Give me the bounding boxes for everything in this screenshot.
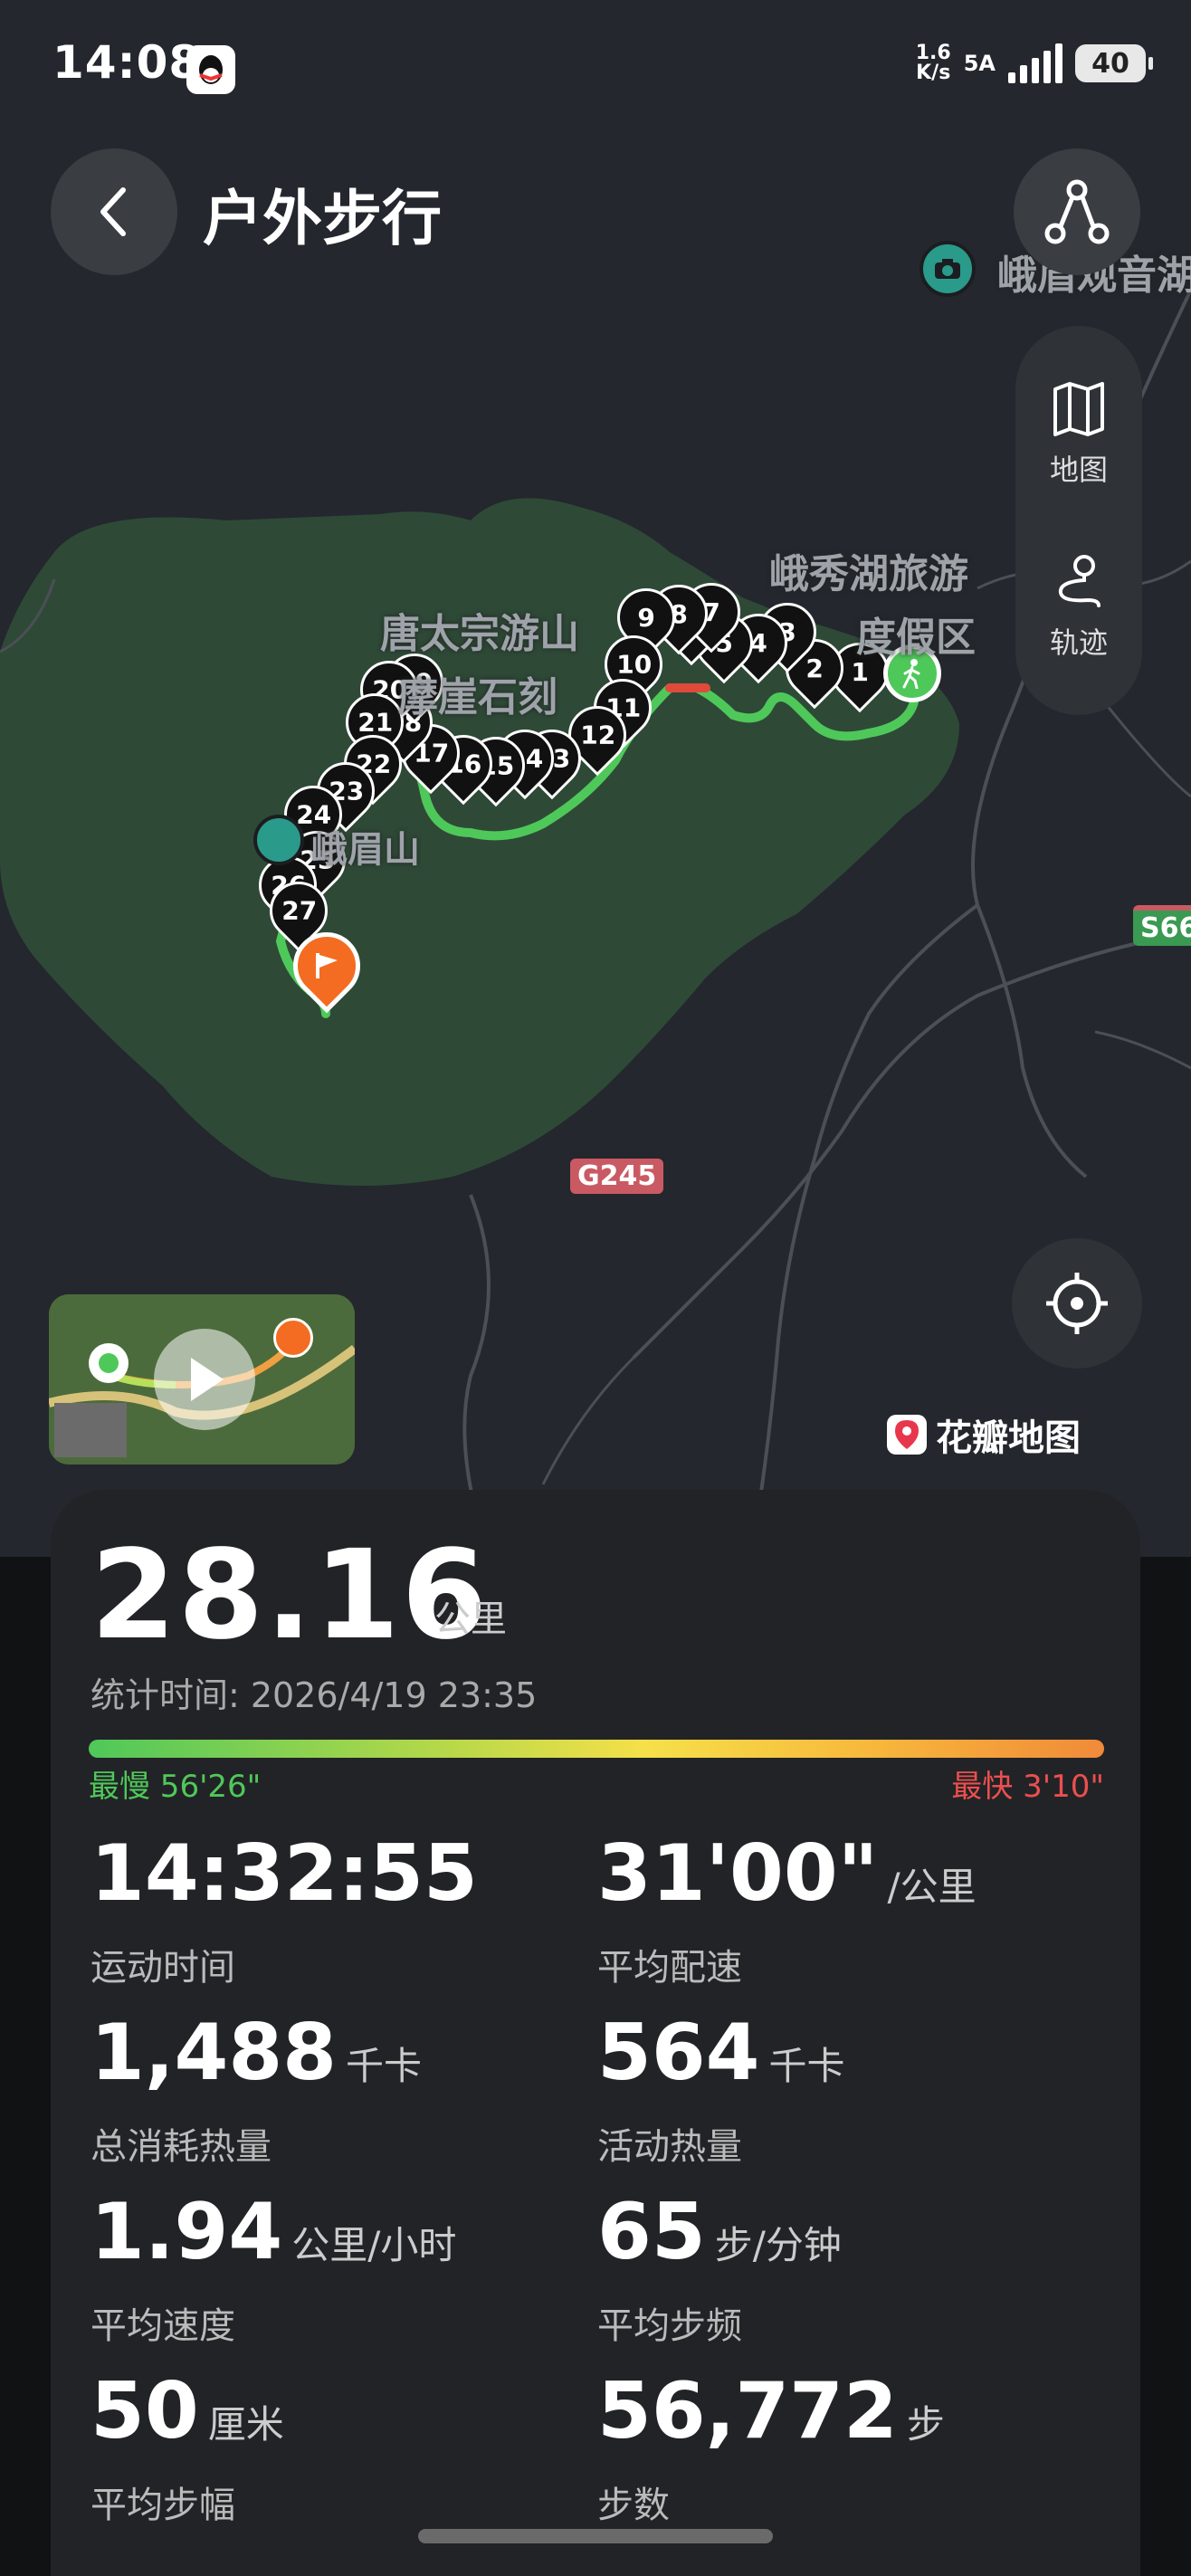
track-view-label: 轨迹 [1049, 625, 1108, 660]
home-indicator[interactable] [418, 2529, 773, 2543]
workout-summary-card: 28.16 公里 统计时间: 2026/4/19 23:35 最慢 56'26" … [51, 1490, 1140, 2576]
poi-label-moya: 摩崖石刻 [398, 674, 557, 720]
km-marker-number: 27 [281, 895, 317, 926]
status-icons: 1.6 K/s 5A 40 [915, 42, 1153, 84]
metric-label: 运动时间 [91, 1947, 235, 1989]
slowest-pace: 最慢 56'26" [89, 1769, 262, 1805]
play-icon [191, 1358, 224, 1401]
video-start-pin [89, 1343, 129, 1383]
metric-unit: /公里 [887, 1865, 977, 1909]
metric-item: 1,488 千卡总消耗热量 [91, 2008, 561, 2170]
metric-unit: 千卡 [346, 2044, 423, 2088]
metric-item: 14:32:55 运动时间 [91, 1828, 561, 1990]
km-marker-number: 2 [805, 653, 824, 683]
metric-value: 1,488 [91, 2008, 338, 2098]
back-arrow-icon [100, 187, 126, 236]
network-type: 5A [963, 51, 996, 76]
metric-unit: 步/分钟 [714, 2223, 842, 2267]
metric-value: 31'00" [597, 1828, 879, 1919]
battery-level: 40 [1091, 47, 1129, 80]
metric-value: 56,772 [597, 2366, 898, 2457]
qq-notification-icon [186, 45, 235, 94]
km-marker-number: 9 [637, 602, 655, 633]
total-distance: 28.16 [91, 1524, 490, 1667]
metric-item: 50 厘米平均步幅 [91, 2366, 561, 2528]
signal-icon [1008, 43, 1062, 83]
metric-label: 活动热量 [597, 2126, 742, 2168]
km-marker-number: 10 [615, 649, 652, 680]
metric-item: 31'00"/公里平均配速 [597, 1828, 1068, 1990]
map-side-panel: 地图 轨迹 [1015, 326, 1142, 715]
metric-label: 总消耗热量 [91, 2126, 272, 2168]
route-map[interactable]: 1234567891011121314151617181920212223242… [0, 0, 1191, 1557]
metric-unit: 步 [906, 2402, 945, 2447]
fastest-pace: 最快 3'10" [951, 1769, 1104, 1805]
km-marker-number: 12 [579, 720, 615, 750]
km-marker-number: 21 [357, 707, 393, 738]
metric-unit: 厘米 [207, 2402, 284, 2447]
net-speed: 1.6 K/s [915, 42, 951, 84]
camera-icon [919, 241, 976, 297]
poi-label-exiuhu: 峨秀湖旅游 [769, 551, 968, 597]
metric-value: 14:32:55 [91, 1828, 478, 1919]
record-time: 统计时间: 2026/4/19 23:35 [91, 1675, 538, 1715]
crosshair-icon [1046, 1273, 1108, 1334]
metric-item: 56,772 步步数 [597, 2366, 1068, 2528]
metric-item: 65 步/分钟平均步频 [597, 2187, 1068, 2349]
metric-unit: 公里/小时 [291, 2223, 457, 2267]
pace-gradient-bar [89, 1740, 1104, 1758]
map-view-label: 地图 [1049, 452, 1108, 487]
distance-unit: 公里 [434, 1598, 507, 1640]
metric-label: 平均配速 [597, 1947, 742, 1989]
share-route-button[interactable] [1014, 148, 1140, 275]
metric-unit: 千卡 [768, 2044, 845, 2088]
metric-value: 564 [597, 2008, 760, 2098]
map-provider-name: 花瓣地图 [936, 1417, 1081, 1459]
metric-value: 50 [91, 2366, 199, 2457]
metric-label: 平均步幅 [91, 2485, 235, 2526]
poi-label-dujiaqu: 度假区 [856, 615, 976, 661]
road-sign-s66: S66 [1133, 905, 1191, 946]
map-view-button[interactable]: 地图 [1050, 380, 1108, 489]
play-button[interactable] [154, 1329, 255, 1430]
map-icon [1053, 381, 1104, 436]
route-share-icon [1044, 179, 1110, 244]
map-provider: 花瓣地图 [887, 1408, 1081, 1461]
replay-video-thumbnail[interactable] [49, 1294, 355, 1465]
status-time: 14:08 [52, 36, 202, 89]
flag-icon [316, 953, 338, 978]
metric-item: 564 千卡 活动热量 [597, 2008, 1068, 2170]
metric-label: 步数 [597, 2485, 670, 2526]
video-finish-pin [273, 1318, 313, 1358]
metric-label: 平均步频 [597, 2305, 742, 2347]
poi-label-emeishan: 峨眉山 [311, 829, 420, 871]
camera-icon [253, 815, 304, 865]
poi-label-tangtaizong: 唐太宗游山 [380, 611, 579, 657]
metric-value: 1.94 [91, 2187, 283, 2277]
track-icon [1058, 554, 1100, 607]
battery-icon: 40 [1075, 44, 1153, 82]
track-view-button[interactable]: 轨迹 [1050, 553, 1108, 662]
back-button[interactable] [51, 148, 177, 275]
metric-label: 平均速度 [91, 2305, 235, 2347]
metric-value: 65 [597, 2187, 706, 2277]
locate-button[interactable] [1012, 1238, 1142, 1369]
page-title: 户外步行 [203, 184, 442, 253]
metric-item: 1.94 公里/小时平均速度 [91, 2187, 561, 2349]
walker-icon [902, 659, 920, 689]
petal-map-icon [887, 1415, 927, 1455]
road-sign-g245: G245 [570, 1159, 664, 1194]
